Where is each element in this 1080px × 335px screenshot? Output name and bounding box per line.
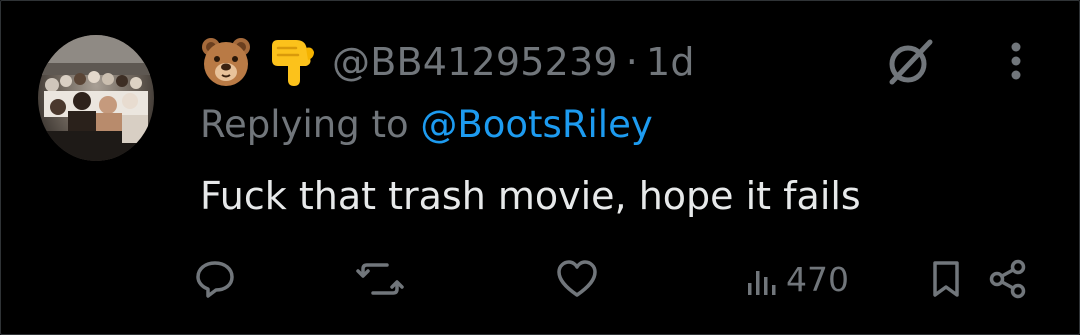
- share-button[interactable]: [986, 255, 1030, 303]
- views-button[interactable]: 470: [744, 255, 849, 303]
- avatar[interactable]: [38, 35, 154, 161]
- tweet-text: Fuck that trash movie, hope it fails: [200, 174, 861, 218]
- more-vertical-icon[interactable]: [1002, 40, 1030, 84]
- reply-button[interactable]: [193, 255, 237, 303]
- grok-icon[interactable]: [882, 36, 938, 88]
- replying-to-mention[interactable]: @BootsRiley: [420, 103, 652, 146]
- views-count: 470: [786, 259, 849, 299]
- comment-icon: [193, 257, 237, 301]
- retweet-icon: [355, 257, 405, 301]
- tweet-header: @BB41295239 · 1d: [200, 36, 695, 88]
- repost-button[interactable]: [355, 255, 405, 303]
- like-button[interactable]: [554, 255, 600, 303]
- bookmark-button[interactable]: [928, 255, 964, 303]
- replying-to-label: Replying to: [200, 103, 409, 146]
- header-separator: ·: [625, 40, 639, 84]
- bookmark-icon: [928, 257, 964, 301]
- tweet-timestamp[interactable]: 1d: [646, 40, 695, 84]
- pointing-down-hand-icon: [266, 36, 318, 88]
- share-icon: [986, 257, 1030, 301]
- bear-face-icon: [200, 36, 252, 88]
- replying-to: Replying to @BootsRiley: [200, 103, 653, 146]
- heart-icon: [554, 257, 600, 301]
- user-handle[interactable]: @BB41295239: [332, 40, 618, 84]
- bar-chart-icon: [744, 257, 778, 301]
